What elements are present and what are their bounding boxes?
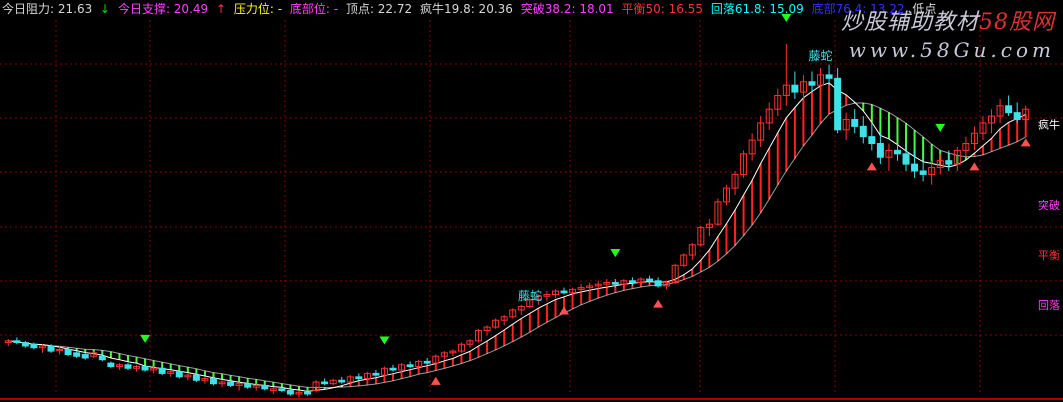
candle-body	[560, 290, 568, 294]
watermark-brand: 58股网	[979, 10, 1055, 35]
header-item-5: 底部位: -	[289, 2, 339, 16]
header-item-4: 压力位: -	[233, 2, 283, 16]
header-item-6: 顶点: 22.72	[345, 2, 413, 16]
candle-body	[893, 149, 901, 155]
header-item-0: 今日阻力: 21.63	[2, 2, 93, 16]
candle-body	[124, 364, 132, 369]
candle-body	[227, 381, 235, 386]
level-label: 突破	[1038, 198, 1060, 212]
header-item-9: 平衡50: 16.55	[621, 2, 703, 16]
candle-body	[321, 381, 329, 385]
candle-body	[278, 388, 286, 392]
candle-body	[30, 343, 38, 349]
watermark: 炒股辅助教材58股网 www.58Gu.com	[841, 4, 1055, 62]
candle-body	[825, 74, 833, 79]
candle-body	[244, 383, 252, 388]
candle-body	[423, 360, 431, 364]
candle-body	[47, 345, 55, 352]
trend-ribbon	[8, 82, 1027, 392]
candle-body	[107, 362, 115, 368]
candle-body	[628, 280, 636, 283]
candle-body	[13, 340, 21, 344]
indicator-header: 今日阻力: 21.63 ↓ 今日支撑: 20.49 ↑ 压力位: - 底部位: …	[2, 1, 940, 17]
level-label: 回落	[1038, 299, 1060, 312]
level-label: 疯牛	[1038, 117, 1060, 131]
up-arrow-icon	[430, 376, 441, 385]
up-arrow-icon	[866, 162, 877, 171]
header-item-10: 回落61.8: 15.09	[710, 2, 804, 16]
candle-body	[919, 170, 927, 175]
candle-body	[945, 160, 953, 165]
down-arrow-icon	[140, 334, 151, 343]
up-arrow-icon	[653, 299, 664, 308]
watermark-text: 炒股辅助教材	[840, 10, 979, 35]
candle-body	[851, 119, 859, 127]
down-arrow-icon	[379, 336, 390, 345]
watermark-url: www.58Gu.com	[848, 38, 1055, 62]
candle-body	[834, 77, 842, 131]
candle-body	[902, 153, 910, 165]
candle-body	[611, 281, 619, 285]
candle-body	[859, 125, 867, 138]
candle-body	[876, 143, 884, 158]
candle-body	[175, 371, 183, 378]
candle-body	[372, 372, 380, 376]
candle-body	[73, 352, 81, 357]
candles	[4, 44, 1030, 398]
up-arrow-icon	[969, 162, 980, 171]
annotation-label: 藤蛇	[809, 48, 833, 63]
header-item-8: 突破38.2: 18.01	[520, 2, 614, 16]
grid-lines	[0, 20, 1063, 400]
header-item-3: ↑	[215, 2, 227, 16]
ma-fast-line	[8, 82, 1026, 392]
candle-body	[261, 384, 269, 390]
annotation-label: 藤蛇	[518, 288, 542, 303]
down-arrow-icon	[935, 123, 946, 132]
header-item-7: 疯牛19.8: 20.36	[419, 2, 513, 16]
candle-body	[81, 354, 89, 359]
up-arrow-icon	[1020, 138, 1031, 147]
candle-body	[304, 391, 312, 395]
candle-body	[406, 364, 414, 368]
level-label: 平衡	[1038, 249, 1060, 262]
down-arrow-icon	[610, 249, 621, 258]
candle-body	[808, 81, 816, 86]
candle-body	[1013, 112, 1021, 121]
header-item-2: 今日支撑: 20.49	[117, 2, 209, 16]
candle-body	[646, 278, 654, 282]
candle-body	[21, 342, 29, 347]
candle-body	[158, 367, 166, 374]
candle-body	[192, 374, 200, 381]
candle-body	[654, 280, 662, 287]
candle-body	[98, 355, 106, 361]
candle-body	[389, 367, 397, 371]
candle-body	[338, 379, 346, 383]
candle-body	[64, 348, 72, 356]
header-item-1: ↓	[100, 2, 111, 16]
candle-body	[286, 390, 294, 395]
candle-body	[355, 376, 363, 380]
signal-marks	[140, 14, 1031, 385]
candle-body	[791, 84, 799, 93]
candle-body	[868, 136, 876, 145]
ma-slow-line	[8, 102, 1026, 388]
candle-body	[1005, 105, 1013, 114]
candle-body	[911, 163, 919, 172]
candle-body	[56, 348, 64, 351]
candle-body	[141, 366, 149, 371]
up-arrow-icon	[559, 306, 570, 315]
candle-body	[209, 378, 217, 385]
